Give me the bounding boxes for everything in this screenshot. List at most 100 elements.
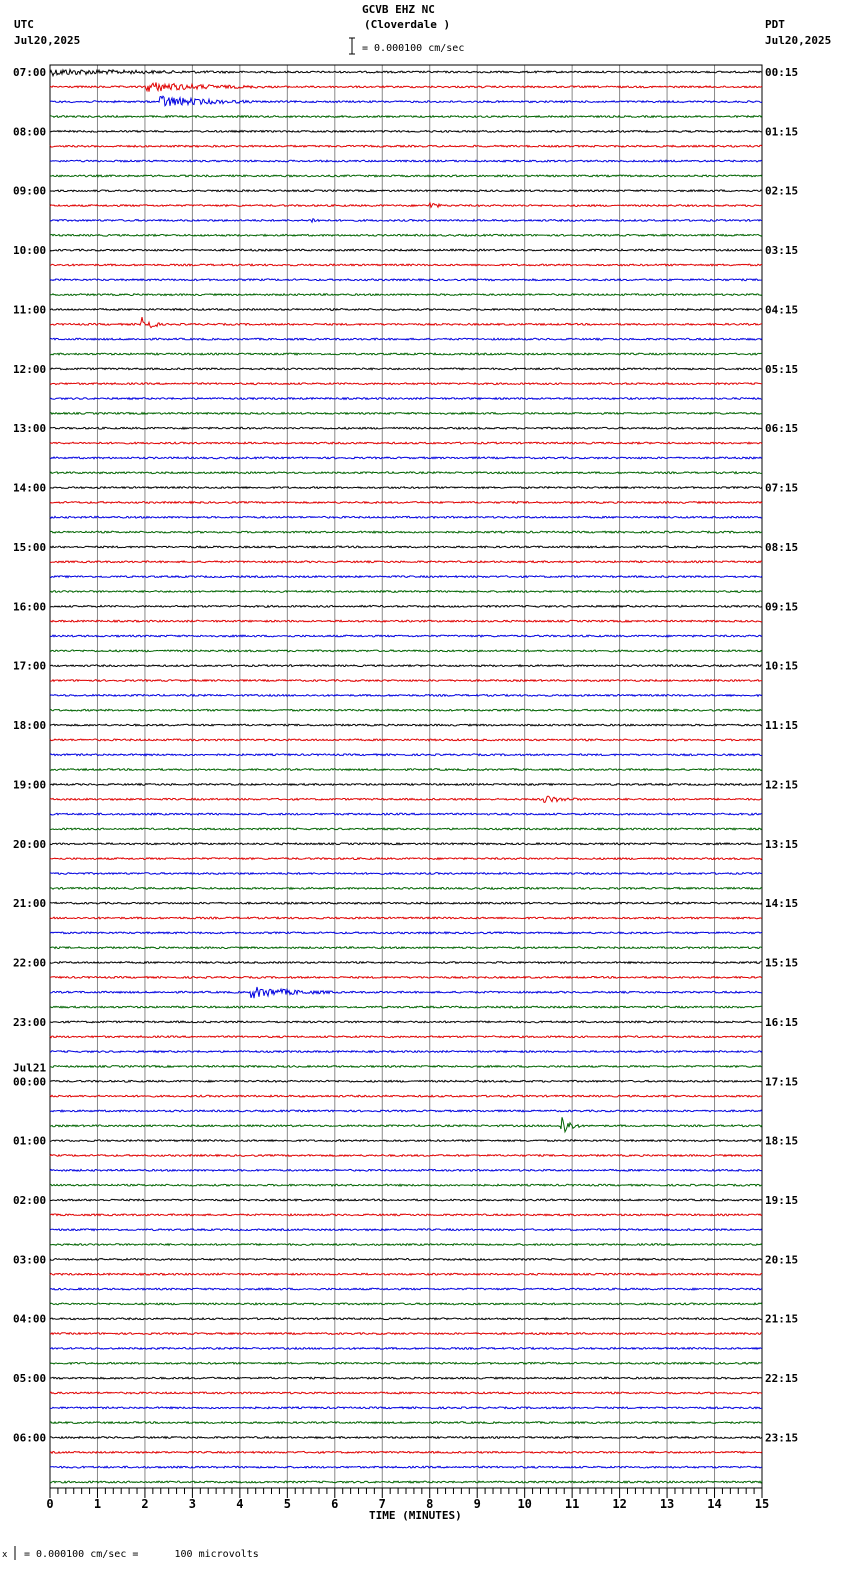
- pdt-time-label: 14:15: [765, 897, 798, 910]
- seismic-trace: [49, 1183, 763, 1188]
- seismic-trace: [49, 945, 763, 950]
- seismic-trace: [49, 559, 763, 564]
- pdt-time-label: 03:15: [765, 244, 798, 257]
- seismic-trace: [49, 693, 763, 698]
- seismic-trace: [49, 960, 763, 965]
- seismic-trace: [49, 678, 763, 683]
- seismic-trace: [49, 1020, 763, 1024]
- pdt-time-label: 18:15: [765, 1135, 798, 1148]
- pdt-time-label: 22:15: [765, 1372, 798, 1385]
- utc-hour-label: 01:00: [13, 1135, 46, 1148]
- utc-hour-label: 21:00: [13, 897, 46, 910]
- seismic-trace: [49, 1465, 763, 1469]
- utc-hour-label: 11:00: [13, 303, 46, 316]
- date-change-label: Jul21: [13, 1061, 46, 1074]
- seismic-trace: [49, 1346, 762, 1351]
- x-tick-label: 2: [141, 1497, 148, 1511]
- pdt-time-label: 00:15: [765, 66, 798, 79]
- pdt-time-label: 13:15: [765, 838, 798, 851]
- utc-hour-label: 23:00: [13, 1016, 46, 1029]
- seismic-trace: [49, 738, 763, 742]
- seismic-trace: [49, 1227, 763, 1232]
- x-tick-label: 9: [474, 1497, 481, 1511]
- pdt-time-label: 10:15: [765, 660, 798, 673]
- pdt-time-label: 17:15: [765, 1075, 798, 1088]
- pdt-time-label: 01:15: [765, 125, 798, 138]
- seismic-trace: [49, 456, 763, 460]
- utc-hour-label: 17:00: [13, 660, 46, 673]
- seismic-trace: [49, 1272, 763, 1277]
- seismic-trace: [49, 856, 763, 861]
- seismic-trace: [49, 277, 763, 282]
- seismic-trace: [49, 500, 763, 505]
- utc-hour-label: 15:00: [13, 541, 46, 554]
- seismic-trace: [49, 1094, 763, 1098]
- x-tick-label: 0: [46, 1497, 53, 1511]
- utc-hour-label: 04:00: [13, 1313, 46, 1326]
- x-tick-label: 12: [612, 1497, 626, 1511]
- seismic-trace: [49, 95, 763, 107]
- pdt-time-label: 09:15: [765, 600, 798, 613]
- seismic-trace: [49, 871, 763, 876]
- seismic-trace: [49, 1109, 763, 1113]
- pdt-time-label: 08:15: [765, 541, 798, 554]
- utc-hour-label: 18:00: [13, 719, 46, 732]
- x-tick-label: 4: [236, 1497, 243, 1511]
- seismic-trace: [50, 352, 763, 356]
- pdt-time-label: 02:15: [765, 185, 798, 198]
- pdt-time-label: 16:15: [765, 1016, 798, 1029]
- seismic-trace: [49, 441, 763, 445]
- seismic-trace: [50, 663, 763, 668]
- seismic-trace: [49, 82, 763, 93]
- seismic-trace: [49, 1420, 763, 1425]
- utc-hour-label: 09:00: [13, 185, 46, 198]
- seismic-trace: [49, 396, 763, 401]
- seismic-trace: [49, 530, 763, 534]
- seismic-trace: [50, 1376, 763, 1380]
- x-tick-label: 8: [426, 1497, 433, 1511]
- seismic-trace: [49, 782, 763, 787]
- utc-hour-label: 08:00: [13, 125, 46, 138]
- seismic-trace: [49, 1435, 763, 1440]
- x-tick-label: 1: [94, 1497, 101, 1511]
- pdt-time-label: 15:15: [765, 957, 798, 970]
- seismic-trace: [49, 201, 763, 209]
- seismic-trace: [49, 604, 763, 609]
- utc-hour-label: 02:00: [13, 1194, 46, 1207]
- seismic-trace: [49, 1198, 763, 1202]
- seismic-trace: [50, 708, 763, 713]
- seismic-trace: [49, 589, 763, 594]
- seismic-trace: [49, 767, 763, 772]
- seismic-trace: [49, 1331, 763, 1336]
- seismic-trace: [49, 812, 763, 816]
- pdt-time-label: 12:15: [765, 778, 798, 791]
- seismic-trace: [49, 68, 763, 78]
- seismic-trace: [49, 217, 763, 224]
- pdt-time-label: 19:15: [765, 1194, 798, 1207]
- x-tick-label: 11: [565, 1497, 579, 1511]
- seismic-trace: [49, 317, 763, 329]
- seismic-trace: [49, 129, 763, 134]
- seismic-trace: [49, 841, 763, 846]
- seismic-trace: [49, 1316, 763, 1321]
- seismic-trace: [49, 901, 763, 905]
- seismic-trace: [49, 426, 763, 431]
- seismic-trace: [49, 515, 763, 520]
- pdt-time-label: 06:15: [765, 422, 798, 435]
- seismic-trace: [49, 1287, 763, 1291]
- seismic-trace: [49, 1153, 763, 1158]
- pdt-time-label: 04:15: [765, 303, 798, 316]
- seismic-trace: [49, 1049, 763, 1054]
- seismic-trace: [49, 485, 763, 490]
- x-tick-label: 13: [660, 1497, 674, 1511]
- seismic-trace: [49, 367, 763, 371]
- seismic-trace: [49, 916, 763, 920]
- x-tick-label: 10: [517, 1497, 531, 1511]
- seismic-trace: [49, 619, 763, 623]
- seismic-trace: [49, 1391, 763, 1395]
- utc-hour-label: 22:00: [13, 957, 46, 970]
- seismic-trace: [49, 411, 763, 416]
- seismic-trace: [49, 545, 762, 549]
- utc-hour-label: 05:00: [13, 1372, 46, 1385]
- seismic-trace: [49, 263, 763, 267]
